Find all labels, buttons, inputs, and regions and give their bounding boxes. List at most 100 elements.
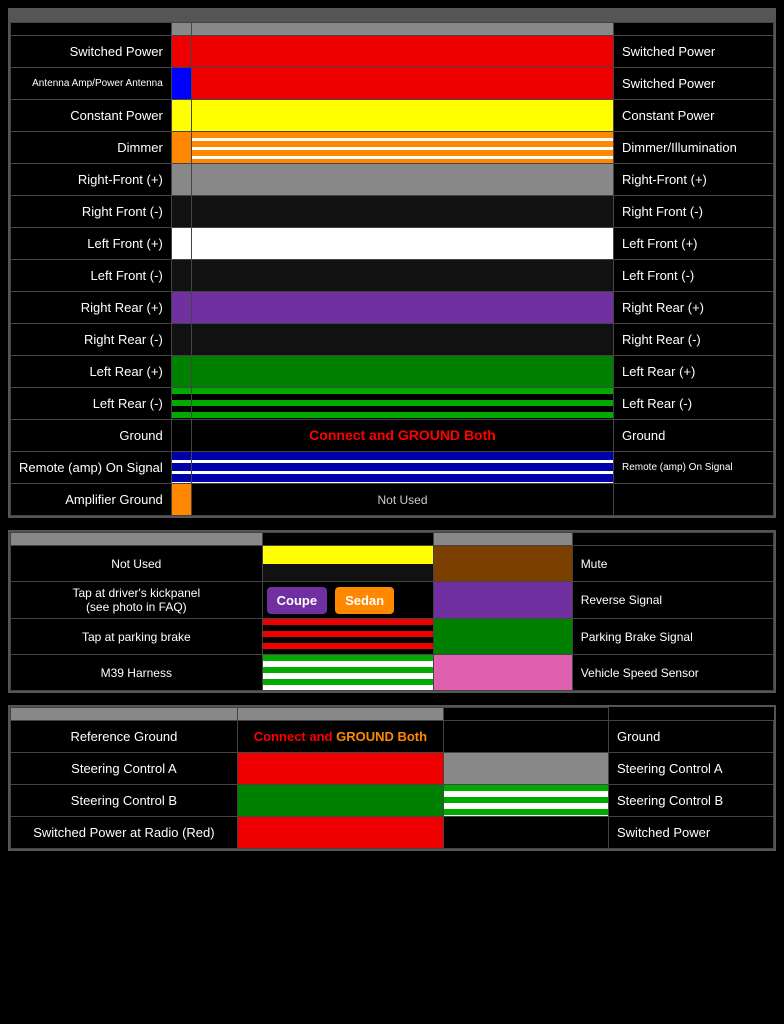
table-row: Dimmer Dimmer/Illumination — [11, 132, 774, 164]
row-label-left: Left Rear (+) — [11, 356, 172, 388]
ground-special: Connect and GROUND Both — [192, 420, 614, 452]
wire-col1 — [171, 452, 191, 484]
row-label-right: Right Rear (-) — [614, 324, 774, 356]
row-label-right: Right Front (-) — [614, 196, 774, 228]
wire-col2 — [192, 388, 614, 420]
row-label-left: Right Rear (-) — [11, 324, 172, 356]
aswc-wire — [444, 753, 609, 785]
coupe-button[interactable]: Coupe — [267, 587, 327, 614]
wire-col1 — [171, 36, 191, 68]
wire-col2 — [192, 452, 614, 484]
main-section-header — [10, 10, 774, 22]
steering-section: Reference GroundConnect and GROUND Both G… — [8, 705, 776, 851]
steering-label-right: Ground — [609, 721, 774, 753]
steering-header — [11, 708, 238, 721]
row-label-right: Right Rear (+) — [614, 292, 774, 324]
steering-label-left: Steering Control B — [11, 785, 238, 817]
table-row: Left Front (-)Left Front (-) — [11, 260, 774, 292]
wire-col2 — [192, 260, 614, 292]
other-label-left: Tap at driver's kickpanel (see photo in … — [11, 582, 263, 619]
other-label-right: Reverse Signal — [572, 582, 773, 619]
row-label-right: Switched Power — [614, 36, 774, 68]
not-used-cell: Not Used — [192, 484, 614, 516]
table-row: Left Front (+) Left Front (+) — [11, 228, 774, 260]
row-label-left: Left Rear (-) — [11, 388, 172, 420]
row-label-right: Switched Power — [614, 68, 774, 100]
wire-col2 — [192, 164, 614, 196]
table-row: GroundConnect and GROUND BothGround — [11, 420, 774, 452]
other-table: Not Used MuteTap at driver's kickpanel (… — [10, 532, 774, 691]
table-row: Constant PowerConstant Power — [11, 100, 774, 132]
aswc-wire — [444, 721, 609, 753]
steering-row: Steering Control ASteering Control A — [11, 753, 774, 785]
row-label-left: Amplifier Ground — [11, 484, 172, 516]
wire-col1 — [171, 420, 191, 452]
other-table-row: Tap at parking brake Parking Brake Signal — [11, 619, 774, 655]
table-row: Amplifier Ground Not Used — [11, 484, 774, 516]
wire-col1 — [171, 292, 191, 324]
other-label-left: Tap at parking brake — [11, 619, 263, 655]
table-row: Switched Power Switched Power — [11, 36, 774, 68]
table-row: Right Front (-)Right Front (-) — [11, 196, 774, 228]
table-row: Right Rear (-) Right Rear (-) — [11, 324, 774, 356]
other-table-row: Tap at driver's kickpanel (see photo in … — [11, 582, 774, 619]
other-label-right: Mute — [572, 546, 773, 582]
wire-col1 — [171, 228, 191, 260]
steering-table: Reference GroundConnect and GROUND Both G… — [10, 707, 774, 849]
other-label-right: Vehicle Speed Sensor — [572, 655, 773, 691]
steering-wire-mid — [237, 785, 443, 817]
row-label-right: Left Front (+) — [614, 228, 774, 260]
row-label-right: Left Rear (-) — [614, 388, 774, 420]
row-label-left: Constant Power — [11, 100, 172, 132]
row-label-right: Right-Front (+) — [614, 164, 774, 196]
steering-wire-mid — [237, 817, 443, 849]
wire-col2 — [192, 324, 614, 356]
other-label-left: M39 Harness — [11, 655, 263, 691]
other-wire-mid — [262, 546, 434, 582]
steering-col2-header — [237, 708, 443, 721]
row-label-left: Antenna Amp/Power Antenna — [11, 68, 172, 100]
wire-col2 — [192, 132, 614, 164]
other-wire-mid — [262, 619, 434, 655]
table-row: Left Rear (+) Left Rear (+) — [11, 356, 774, 388]
wire-col2 — [192, 36, 614, 68]
row-label-right: Ground — [614, 420, 774, 452]
row-label-right: Dimmer/Illumination — [614, 132, 774, 164]
wire-col2 — [192, 356, 614, 388]
aswc-wire — [444, 785, 609, 817]
row-label-left: Switched Power — [11, 36, 172, 68]
row-label-right: Left Rear (+) — [614, 356, 774, 388]
wire-col1 — [171, 196, 191, 228]
aswc-wire — [444, 817, 609, 849]
steering-row: Switched Power at Radio (Red)Switched Po… — [11, 817, 774, 849]
other-wire-mid — [262, 655, 434, 691]
pk-header — [434, 533, 572, 546]
other-header — [11, 533, 263, 546]
row-label-left: Right-Front (+) — [11, 164, 172, 196]
row-label-left: Left Front (+) — [11, 228, 172, 260]
wire-col2 — [192, 196, 614, 228]
steering-wire-mid: Connect and GROUND Both — [237, 721, 443, 753]
other-label-right: Parking Brake Signal — [572, 619, 773, 655]
steering-label-left: Reference Ground — [11, 721, 238, 753]
pk-wire — [434, 546, 572, 582]
wire-col2 — [192, 68, 614, 100]
row-label-left: Right Rear (+) — [11, 292, 172, 324]
row-label-right: Left Front (-) — [614, 260, 774, 292]
row-label-left: Ground — [11, 420, 172, 452]
wire-col1 — [171, 132, 191, 164]
steering-label-right: Steering Control B — [609, 785, 774, 817]
steering-row: Steering Control B Steering Control B — [11, 785, 774, 817]
other-table-row: Not Used Mute — [11, 546, 774, 582]
wire-col1 — [171, 164, 191, 196]
table-row: Antenna Amp/Power Antenna Switched Power — [11, 68, 774, 100]
main-table: Switched PowerSwitched PowerAntenna Amp/… — [10, 22, 774, 516]
wire-col1 — [171, 100, 191, 132]
wire-col1 — [171, 324, 191, 356]
steering-label-right: Switched Power — [609, 817, 774, 849]
col-header-metra — [171, 23, 191, 36]
steering-row: Reference GroundConnect and GROUND Both G… — [11, 721, 774, 753]
main-section: Switched PowerSwitched PowerAntenna Amp/… — [8, 8, 776, 518]
row-label-left: Dimmer — [11, 132, 172, 164]
sedan-button[interactable]: Sedan — [335, 587, 394, 614]
